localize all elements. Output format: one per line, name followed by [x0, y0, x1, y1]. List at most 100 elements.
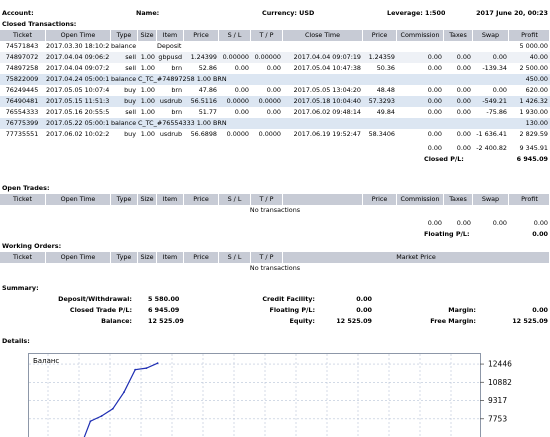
- open-total-commission: 0.00: [427, 219, 442, 227]
- cell-swap: 0.00: [492, 53, 507, 61]
- column-header: Commission: [397, 30, 444, 41]
- table-row: 76249445 2017.05.05 10:07:40 buy 1.00 brn 47.…: [0, 85, 550, 96]
- cell-open-time: 2017.04.04 09:06:24: [46, 53, 109, 61]
- closed-total-profit: 9 345.91: [519, 144, 548, 152]
- cell-type: sell: [125, 64, 136, 72]
- cell-ticket: 76775399: [5, 119, 39, 127]
- closed-total-commission: 0.00: [427, 144, 442, 152]
- table-row: 74897258 2017.04.04 09:07:28 sell 1.00 brn 52…: [0, 63, 550, 74]
- cell-size: 1.00: [140, 64, 155, 72]
- column-header: Open Time: [46, 30, 111, 41]
- cell-commission: 0.00: [427, 53, 442, 61]
- cell-close-price: 48.48: [376, 86, 395, 94]
- column-header: [283, 194, 363, 205]
- cell-close-price: 57.3293: [368, 97, 395, 105]
- floating-pl-row: Floating P/L: 0.00: [0, 229, 550, 240]
- cell-price: 47.86: [198, 86, 217, 94]
- cell-tp: 0.0000: [258, 130, 281, 138]
- cell-ticket: 74897072: [5, 53, 39, 61]
- margin-label: Margin:: [448, 306, 476, 314]
- working-table-header: Ticket Open Time Type Size Item Price S / LT /…: [0, 252, 550, 263]
- column-header: Open Time: [46, 252, 111, 263]
- cell-open-time: 2017.04.24 05:00:16: [46, 75, 109, 83]
- cell-type: buy: [124, 97, 136, 105]
- report-datetime: 2017 June 20, 00:23: [476, 9, 548, 17]
- column-header: Size: [138, 30, 157, 41]
- closed-total-swap: -2 400.82: [476, 144, 507, 152]
- cell-profit: 620.00: [525, 86, 548, 94]
- column-header: Taxes: [444, 30, 473, 41]
- cell-close-time: 2017.05.05 13:04:20: [293, 86, 361, 94]
- cell-taxes: 0.00: [456, 130, 471, 138]
- cell-sl: 0.0000: [226, 97, 249, 105]
- cell-commission: 0.00: [427, 97, 442, 105]
- summary-floating-value: 0.00: [356, 306, 372, 314]
- column-header: T / P: [251, 194, 283, 205]
- cell-swap: -139.34: [482, 64, 507, 72]
- cell-tp: 0.00000: [254, 53, 281, 61]
- column-header: S / L: [219, 194, 251, 205]
- summary-row-3: Balance: 12 525.09 Equity: 12 525.09 Fre…: [0, 316, 550, 327]
- cell-type: sell: [125, 53, 136, 61]
- cell-ticket: 76249445: [5, 86, 39, 94]
- working-orders-title: Working Orders:: [2, 242, 62, 250]
- credit-label: Credit Facility:: [262, 295, 315, 303]
- y-tick-label: 12446: [488, 360, 512, 369]
- y-tick-label: 10882: [488, 378, 512, 387]
- column-header: Profit: [510, 30, 550, 41]
- cell-open-time: 2017.06.02 10:02:23: [46, 130, 109, 138]
- cell-type: balance: [111, 42, 136, 50]
- cell-type: balance: [111, 75, 136, 83]
- cell-comment: C_TC_#74897258 1.00 BRN: [138, 75, 227, 83]
- cell-profit: 1 930.00: [519, 108, 548, 116]
- cell-sl: 0.00: [234, 64, 249, 72]
- working-empty-row: No transactions: [0, 263, 550, 274]
- closed-trade-pl-value: 6 945.09: [148, 306, 180, 314]
- column-header: T / P: [251, 30, 283, 41]
- cell-price: 56.6898: [190, 130, 217, 138]
- column-header: Price: [184, 30, 219, 41]
- cell-ticket: 74897258: [5, 64, 39, 72]
- open-table-header: Ticket Open Time Type Size Item Price S / LT /…: [0, 194, 550, 205]
- column-header: Type: [111, 252, 138, 263]
- y-tick-label: 9317: [488, 396, 507, 405]
- cell-commission: 0.00: [427, 108, 442, 116]
- cell-tp: 0.00: [266, 108, 281, 116]
- summary-title: Summary:: [2, 284, 39, 292]
- cell-price: 51.77: [198, 108, 217, 116]
- cell-type: sell: [125, 108, 136, 116]
- cell-open-time: 2017.03.30 18:10:27: [46, 42, 109, 50]
- cell-item: brn: [171, 108, 182, 116]
- column-header: Item: [157, 194, 184, 205]
- cell-type: balance: [111, 119, 136, 127]
- cell-type: buy: [124, 130, 136, 138]
- column-header: Taxes: [444, 194, 473, 205]
- deposit-label: Deposit/Withdrawal:: [58, 295, 132, 303]
- cell-tp: 0.00: [266, 86, 281, 94]
- cell-item: usdrub: [159, 97, 182, 105]
- column-header: Profit: [510, 194, 550, 205]
- column-header: Size: [138, 194, 157, 205]
- cell-close-time: 2017.04.04 09:07:19: [293, 53, 361, 61]
- chart-title: Баланс: [33, 357, 59, 365]
- cell-tp: 0.0000: [258, 97, 281, 105]
- account-label: Account:: [2, 9, 34, 17]
- table-row: 76775399 2017.05.22 05:00:14 balance C_TC_#…: [0, 118, 550, 129]
- chart-frame: [28, 353, 481, 437]
- open-total-profit: 0.00: [533, 219, 548, 227]
- details-title: Details:: [2, 337, 30, 345]
- cell-commission: 0.00: [427, 86, 442, 94]
- closed-table-header: Ticket Open Time Type Size Item Price S / LT /…: [0, 30, 550, 41]
- column-header: Ticket: [0, 30, 46, 41]
- equity-label: Equity:: [289, 317, 315, 325]
- account-header: Account: Name: Currency: USD Leverage: 1…: [0, 8, 550, 19]
- balance-point: [134, 368, 137, 371]
- cell-profit: 2 500.00: [519, 64, 548, 72]
- summary-floating-label: Floating P/L:: [269, 306, 316, 314]
- cell-swap: -1 636.41: [476, 130, 507, 138]
- cell-close-time: 2017.06.19 19:52:47: [293, 130, 361, 138]
- open-totals-row: 0.00 0.00 0.00 0.00: [0, 218, 550, 229]
- table-row: 76490481 2017.05.15 11:51:30 buy 1.00 usdrub…: [0, 96, 550, 107]
- cell-swap: -549.21: [482, 97, 507, 105]
- column-header: Open Time: [46, 194, 111, 205]
